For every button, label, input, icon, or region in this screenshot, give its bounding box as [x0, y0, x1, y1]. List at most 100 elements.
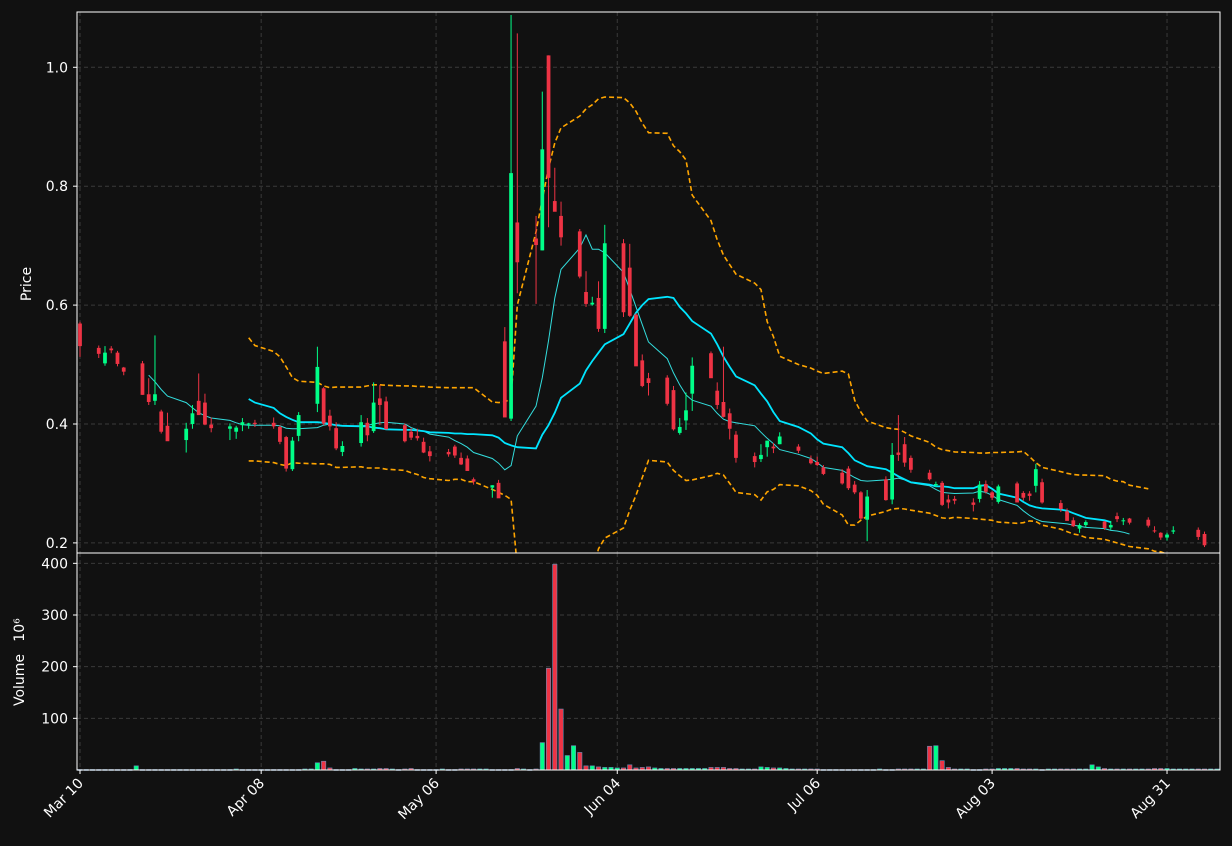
candle-body: [896, 452, 901, 455]
candle-body: [859, 492, 863, 519]
candle-body: [1083, 522, 1088, 526]
candle-body: [284, 437, 289, 469]
candle-body: [559, 215, 563, 238]
candle-body: [146, 394, 151, 402]
candle-body: [1171, 530, 1176, 532]
candle-body: [465, 458, 470, 471]
candle-body: [809, 459, 813, 464]
volume-bar: [1089, 764, 1095, 771]
candle-body: [777, 436, 782, 445]
candle-body: [1146, 519, 1151, 526]
candle-body: [452, 446, 457, 456]
candle-body: [665, 377, 670, 404]
candle-body: [296, 415, 301, 436]
candle-body: [334, 428, 339, 449]
candle-body: [727, 413, 732, 429]
candle-body: [240, 422, 245, 426]
candle-body: [290, 440, 295, 470]
candle-body: [121, 367, 126, 372]
candle-body: [846, 468, 851, 489]
chart-canvas: 0.20.40.60.81.0 100200300400 Mar 10 Apr 0…: [0, 0, 1232, 842]
candle-body: [371, 402, 376, 432]
volume-bar: [133, 765, 139, 771]
candle-body: [421, 441, 426, 453]
candle-body: [1102, 521, 1107, 529]
volume-bar: [564, 755, 570, 771]
volume-bar: [933, 745, 939, 771]
candle-body: [865, 496, 870, 520]
candle-body: [721, 401, 726, 417]
volume-bar: [627, 764, 633, 771]
candle-body: [509, 173, 513, 419]
candle-body: [96, 347, 101, 354]
candle-body: [384, 401, 388, 430]
volume-bar: [939, 760, 945, 771]
candle-body: [228, 426, 232, 429]
candle-body: [196, 400, 201, 416]
candle-body: [140, 363, 145, 395]
candle-body: [627, 267, 632, 316]
price-y-tick-label: 0.4: [46, 417, 68, 433]
candle-body: [546, 55, 551, 178]
candle-body: [577, 231, 582, 277]
candle-body: [677, 426, 682, 433]
candle-body: [765, 440, 770, 448]
candle-body: [515, 222, 520, 263]
candle-body: [671, 390, 676, 430]
volume-bar: [589, 765, 595, 771]
volume-bar: [558, 708, 564, 771]
candle-body: [634, 314, 638, 367]
candle-body: [1021, 492, 1026, 498]
candle-body: [1152, 530, 1157, 532]
candle-body: [952, 498, 957, 501]
candle-body: [365, 422, 370, 436]
volume-y-tick-label: 300: [41, 608, 68, 624]
candle-body: [271, 422, 276, 427]
candle-body: [909, 457, 913, 470]
candle-body: [646, 378, 651, 383]
volume-bar: [546, 667, 552, 771]
price-y-axis-label: Price: [19, 267, 35, 301]
candle-body: [933, 484, 938, 486]
candle-body: [902, 444, 907, 463]
candle-body: [1108, 525, 1113, 528]
volume-y-tick-label: 200: [41, 660, 68, 676]
price-y-tick-label: 1.0: [46, 60, 68, 76]
candle-body: [159, 411, 164, 432]
candle-body: [840, 472, 845, 484]
candle-body: [1040, 482, 1044, 503]
volume-bar: [314, 762, 320, 771]
chart-background: [0, 0, 1232, 842]
volume-y-tick-label: 400: [41, 556, 68, 572]
candle-body: [752, 456, 757, 463]
candle-body: [278, 426, 282, 442]
candle-body: [234, 427, 239, 432]
candle-body: [315, 366, 320, 404]
candle-body: [983, 484, 988, 492]
candle-body: [709, 353, 713, 379]
candle-body: [490, 485, 495, 488]
candle-body: [884, 479, 888, 501]
candle-body: [540, 149, 545, 251]
candle-body: [1115, 516, 1119, 520]
candle-body: [552, 201, 557, 212]
candle-body: [759, 454, 763, 460]
candle-body: [946, 499, 951, 503]
candle-body: [190, 413, 195, 424]
candle-body: [359, 422, 364, 444]
candle-body: [584, 292, 588, 304]
price-y-tick-label: 0.8: [46, 179, 68, 195]
candle-body: [1027, 493, 1032, 496]
candle-body: [815, 462, 820, 466]
candle-body: [1121, 520, 1126, 522]
candle-body: [821, 467, 826, 474]
candle-body: [715, 390, 720, 405]
candle-body: [115, 352, 120, 364]
candle-body: [502, 341, 507, 418]
candle-body: [596, 297, 601, 329]
candle-body: [890, 454, 895, 500]
candle-body: [78, 323, 82, 347]
candle-body: [927, 472, 932, 480]
candle-body: [1065, 511, 1069, 521]
candle-body: [209, 424, 214, 429]
